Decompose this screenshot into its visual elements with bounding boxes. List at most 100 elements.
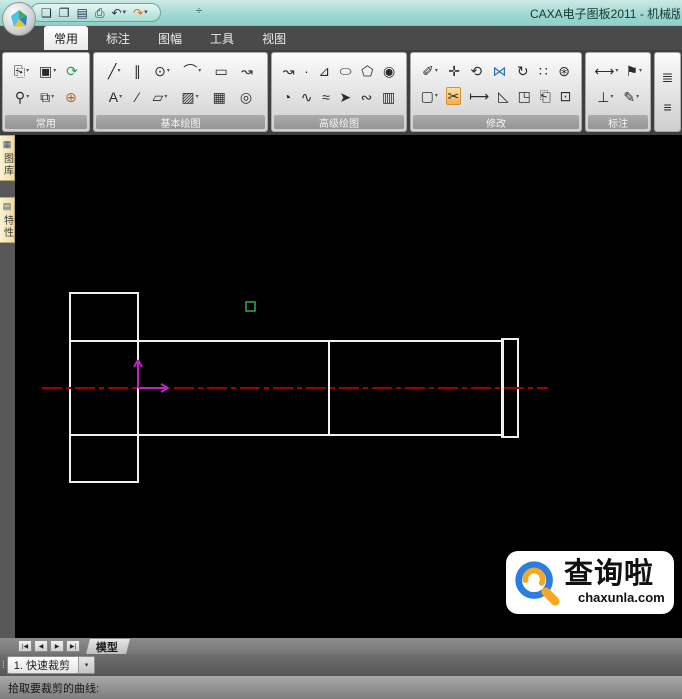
leader-button[interactable]: ⚑▾ [624,63,643,79]
arrow-button[interactable]: ➤ [338,89,352,105]
pan-button[interactable]: ⊕ [64,89,78,105]
properties-icon: ≣ [662,70,674,84]
tab-view[interactable]: 视图 [252,26,296,50]
dropdown-arrow-icon[interactable]: ▾ [164,94,167,100]
mirror-button[interactable]: ⋈ [491,63,507,79]
command-bar-grip[interactable]: ⁞ [2,660,3,671]
command-history-widget[interactable]: 1. 快速裁剪 ▾ [7,656,95,674]
contour-button[interactable]: ∾ [360,89,374,105]
dimension-button[interactable]: ⟷▾ [593,63,619,79]
tab-annotation[interactable]: 标注 [96,26,140,50]
concentric-circle-icon: ◎ [240,90,252,104]
array-button[interactable]: ∷ [538,63,549,79]
ellipse-button[interactable]: ⬭ [339,63,353,79]
dropdown-arrow-icon[interactable]: ▾ [435,68,438,74]
dropdown-arrow-icon[interactable]: ▾ [26,68,29,74]
sidebar-tab-library[interactable]: ▦图库 [0,135,15,181]
rotate-button[interactable]: ↻ [516,63,530,79]
new-file-button[interactable]: ❏ [41,7,52,19]
redo-button[interactable]: ↷▾ [133,7,148,19]
text-icon: A [109,90,118,104]
print-button[interactable]: ⎙ [95,7,105,19]
angle-line-button[interactable]: ⊿ [317,63,331,79]
rotate-copy-button[interactable]: ⟲ [469,63,483,79]
dropdown-arrow-icon[interactable]: ▾ [144,9,148,16]
offset-button[interactable]: ⊛ [557,63,571,79]
last-sheet-button[interactable]: ▶| [66,640,80,652]
dropdown-arrow-icon[interactable]: ▾ [53,68,56,74]
paste-button[interactable]: ⎘▾ [13,63,30,79]
sidebar-tab-properties[interactable]: ▤特性 [0,197,15,243]
save-button[interactable]: ▤ [77,7,88,19]
dropdown-arrow-icon[interactable]: ▾ [117,68,120,74]
dropdown-arrow-icon[interactable]: ▾ [435,93,438,99]
dropdown-arrow-icon[interactable]: ▾ [636,94,639,100]
erase-button[interactable]: ✐▾ [421,63,439,79]
prev-sheet-button[interactable]: ◀ [34,640,48,652]
trim-button[interactable]: ✂ [446,87,462,105]
insert-picture-button[interactable]: ⧉▾ [39,89,55,105]
chamfer-button[interactable]: ◳ [517,88,532,104]
curve-button[interactable]: ↝ [282,63,296,79]
hatch-button[interactable]: ▨▾ [180,89,199,105]
arc-button[interactable]: ⌒▾ [182,63,202,79]
move-button[interactable]: ✛ [447,63,461,79]
zoom-button[interactable]: ⚲▾ [14,89,30,105]
polygon-button[interactable]: ⬠ [360,63,374,79]
undo-button[interactable]: ↶▾ [111,7,126,19]
circle-button[interactable]: ⊙▾ [153,63,171,79]
line-button[interactable]: ╱▾ [107,63,121,79]
dropdown-arrow-icon[interactable]: ▾ [51,94,54,100]
dropdown-arrow-icon[interactable]: ▾ [119,94,122,100]
sheet-tab-label: 模型 [96,638,118,654]
first-sheet-button[interactable]: |◀ [18,640,32,652]
tab-common[interactable]: 常用 [44,26,88,50]
select-button[interactable]: ▢▾ [420,88,439,104]
next-sheet-button[interactable]: ▶ [50,640,64,652]
break-line-button[interactable]: ≈ [321,89,331,105]
options-menu-button[interactable]: ≡ [662,99,672,115]
properties-button[interactable]: ≣ [661,69,675,85]
move-icon: ✛ [448,64,460,78]
point-button[interactable]: · [303,63,310,79]
dropdown-arrow-icon[interactable]: ▾ [26,94,29,100]
copy-button[interactable]: ▣▾ [38,63,57,79]
parallel-line-button[interactable]: ∥ [133,63,142,79]
customize-quick-access-button[interactable]: ÷ [196,5,202,17]
refresh-button[interactable]: ⟳ [65,63,79,79]
polyline-button[interactable]: ▱▾ [152,89,169,105]
sidebar-tab-properties-icon: ▤ [3,201,12,212]
scale-button[interactable]: ⊡ [559,88,573,104]
tab-tools[interactable]: 工具 [200,26,244,50]
dim-edit-button[interactable]: ✎▾ [622,89,640,105]
concentric-circle-button[interactable]: ◎ [239,89,253,105]
dropdown-arrow-icon[interactable]: ▾ [615,68,618,74]
polygon-icon: ⬠ [361,64,373,78]
group-basic-draw: ╱▾∥⊙▾⌒▾▭↝A▾⁄▱▾▨▾▦◎基本绘图 [93,52,268,132]
fillet-button[interactable]: ◺ [497,88,510,104]
tab-sheet[interactable]: 图幅 [148,26,192,50]
dropdown-arrow-icon[interactable]: ▾ [196,94,199,100]
ribbon-tab-bar: 常用标注图幅工具视图 [0,26,682,50]
pie-button[interactable]: ◔ [282,89,292,105]
app-menu-button[interactable] [2,2,36,36]
copy-properties-button[interactable]: ⎗ [539,88,552,104]
spline-button[interactable]: ↝ [240,63,254,79]
rectangle-button[interactable]: ▭ [214,63,229,79]
dropdown-arrow-icon[interactable]: ▾ [639,68,642,74]
extend-button[interactable]: ⟼ [468,88,490,104]
command-dropdown-button[interactable]: ▾ [78,656,94,674]
wave-line-button[interactable]: ∿ [300,89,314,105]
hole-button[interactable]: ◉ [382,63,396,79]
region-button[interactable]: ▦ [212,89,227,105]
sheet-tab-model[interactable]: 模型 [86,639,130,654]
open-file-button[interactable]: ❐ [59,7,70,19]
dropdown-arrow-icon[interactable]: ▾ [198,68,201,74]
coordinate-dim-button[interactable]: ⊥▾ [596,89,614,105]
block-button[interactable]: ▥ [381,89,396,105]
text-button[interactable]: A▾ [108,89,123,105]
centerline-button[interactable]: ⁄ [135,89,139,105]
dropdown-arrow-icon[interactable]: ▾ [167,68,170,74]
dropdown-arrow-icon[interactable]: ▾ [610,94,613,100]
dropdown-arrow-icon[interactable]: ▾ [123,9,127,16]
